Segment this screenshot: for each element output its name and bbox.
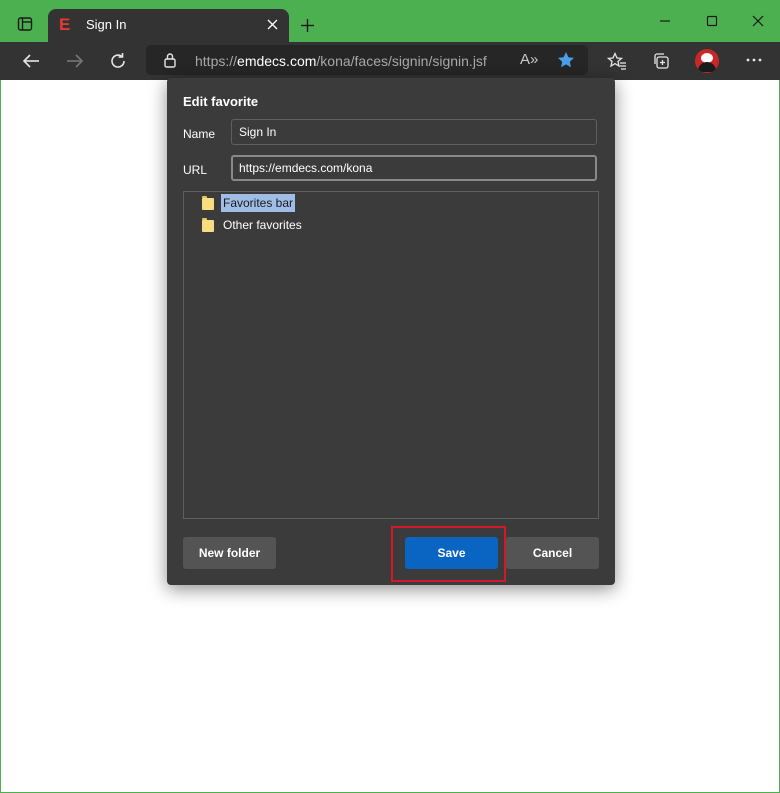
site-favicon-icon: E — [59, 15, 71, 34]
forward-arrow-icon — [60, 46, 90, 76]
refresh-icon[interactable] — [103, 46, 133, 76]
plus-icon[interactable] — [296, 14, 318, 36]
address-url: https://emdecs.com/kona/faces/signin/sig… — [195, 53, 487, 69]
back-arrow-icon[interactable] — [16, 46, 46, 76]
folder-label: Other favorites — [223, 218, 302, 232]
close-icon[interactable] — [263, 15, 281, 33]
tab-actions-icon[interactable] — [10, 10, 40, 38]
window-close-icon[interactable] — [738, 8, 778, 34]
favorites-icon[interactable] — [602, 47, 632, 75]
name-label: Name — [183, 127, 216, 141]
folder-label: Favorites bar — [221, 194, 296, 212]
folder-tree[interactable]: Favorites bar Other favorites — [183, 191, 599, 519]
folder-icon — [202, 196, 214, 210]
collections-icon[interactable] — [646, 47, 676, 75]
dialog-title: Edit favorite — [183, 94, 259, 109]
folder-other-favorites[interactable]: Other favorites — [202, 215, 304, 235]
new-folder-button[interactable]: New folder — [183, 537, 276, 569]
window-border-left — [0, 80, 1, 793]
url-label: URL — [183, 163, 208, 177]
tab-sign-in[interactable]: E Sign In — [48, 9, 289, 42]
minimize-icon[interactable] — [645, 8, 685, 34]
cancel-button[interactable]: Cancel — [506, 537, 599, 569]
url-domain: emdecs.com — [237, 53, 317, 69]
save-highlight-box — [391, 526, 506, 582]
edit-favorite-dialog: Edit favorite Name URL Favorites bar Oth… — [167, 78, 615, 585]
name-input[interactable] — [231, 119, 597, 145]
address-bar[interactable]: https://emdecs.com/kona/faces/signin/sig… — [146, 45, 588, 75]
folder-favorites-bar[interactable]: Favorites bar — [202, 193, 296, 213]
read-aloud-icon[interactable]: A» — [520, 51, 540, 69]
browser-toolbar: https://emdecs.com/kona/faces/signin/sig… — [0, 42, 780, 80]
title-bar: E Sign In — [0, 0, 780, 42]
more-icon[interactable] — [740, 48, 768, 72]
url-scheme: https:// — [195, 53, 238, 69]
tab-title: Sign In — [86, 17, 127, 32]
lock-icon[interactable] — [163, 52, 177, 73]
maximize-icon[interactable] — [692, 8, 732, 34]
avatar[interactable] — [695, 49, 719, 73]
url-path: /kona/faces/signin/signin.jsf — [316, 53, 487, 69]
folder-icon — [202, 218, 214, 232]
url-input[interactable] — [231, 155, 597, 181]
star-filled-icon[interactable] — [557, 51, 575, 74]
